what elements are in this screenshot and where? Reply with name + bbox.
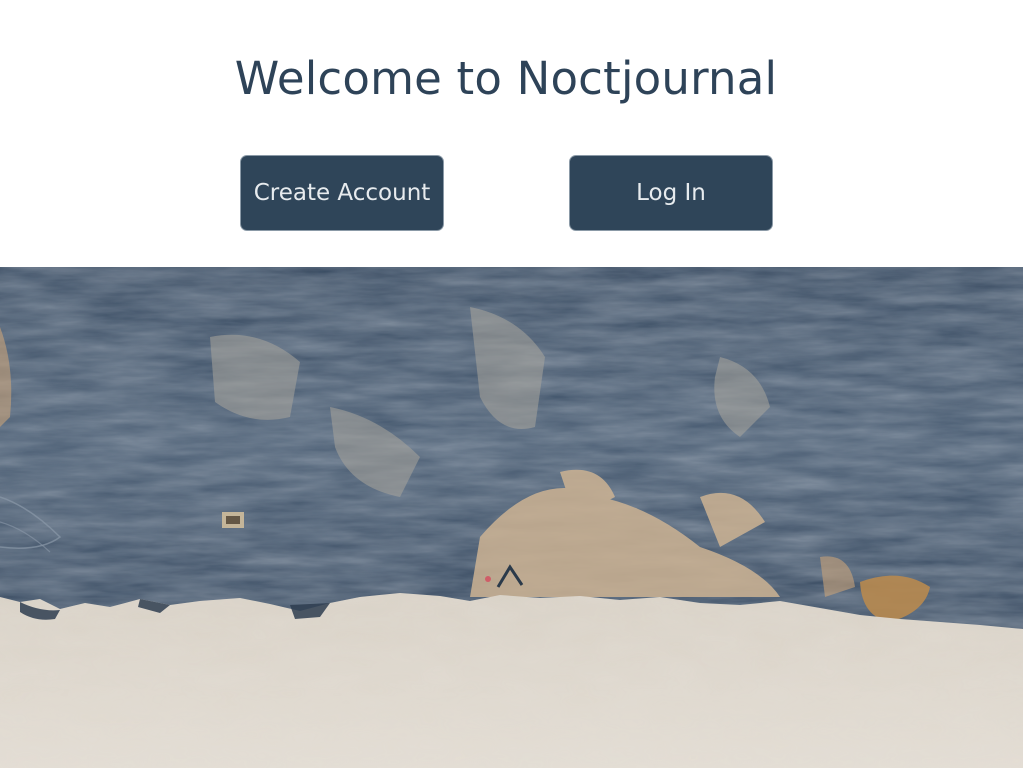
- page-title: Welcome to Noctjournal: [234, 52, 778, 105]
- welcome-header: Welcome to Noctjournal Create Account Lo…: [0, 0, 1023, 267]
- welcome-page: Welcome to Noctjournal Create Account Lo…: [0, 0, 1023, 768]
- create-account-button[interactable]: Create Account: [240, 155, 444, 231]
- hero-wall-image: [0, 267, 1023, 768]
- log-in-button[interactable]: Log In: [569, 155, 773, 231]
